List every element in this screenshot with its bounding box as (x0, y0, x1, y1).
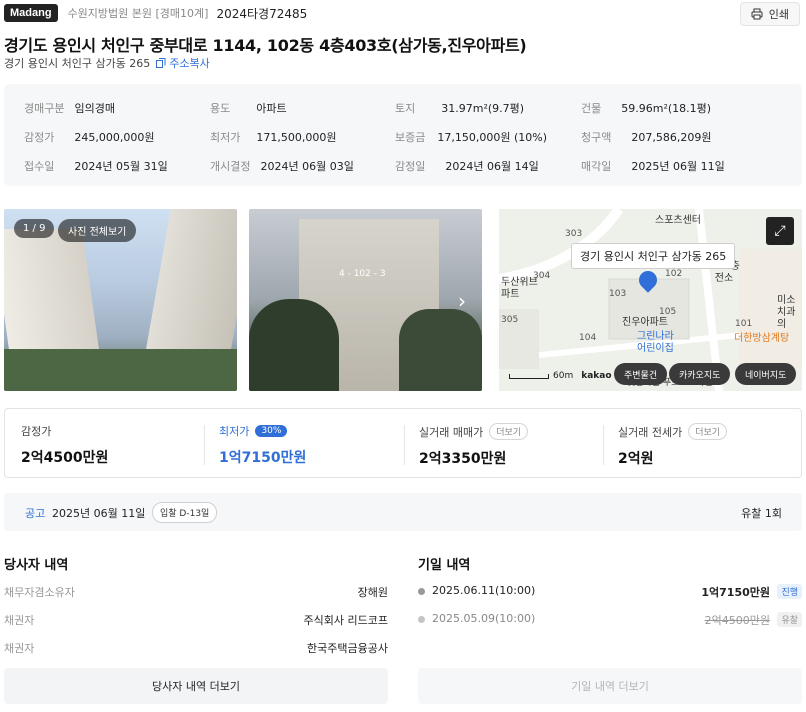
map-number: 105 (659, 307, 677, 317)
map-place: 그린나라 어린이집 (637, 331, 674, 354)
copy-label: 주소복사 (169, 57, 210, 70)
price-value: 2억원 (618, 451, 654, 467)
printer-icon (751, 8, 763, 20)
announcement-bar: 공고 2025년 06월 11일 입찰 D-13일 유찰 1회 (4, 493, 802, 531)
history-price: 2억4500만원 (704, 614, 770, 627)
party-name: 장해원 (357, 586, 388, 599)
info-claim: 청구액 207,586,209원 (581, 131, 712, 144)
print-label: 인쇄 (768, 8, 789, 21)
lot-address: 경기 용인시 처인구 삼가동 265 (4, 57, 151, 70)
map-scale: 60m kakao (509, 371, 612, 381)
top-bar: Madang 수원지방법원 본원 [경매10계] 2024타경72485 인쇄 (4, 2, 800, 26)
photo-counter: 1 / 9 (14, 219, 55, 238)
page-title: 경기도 용인시 처인구 중부대로 1144, 102동 4층403호(삼가동,진… (4, 36, 527, 55)
map-place: 더한방삼계탕 (734, 333, 790, 344)
madang-logo[interactable]: Madang (4, 4, 58, 22)
nearby-items-button[interactable]: 주변물건 (614, 363, 668, 385)
next-photo-icon[interactable]: › (458, 289, 466, 313)
info-sale-date: 매각일 2025년 06월 11일 (581, 160, 725, 173)
building-number-sign: 4 - 102 - 3 (339, 269, 386, 279)
location-map[interactable]: 스포츠센터 LPG 충전소 두산위브 파트 진우아파트 그린나라 어린이집 더한… (499, 209, 802, 391)
info-min-price: 최저가 171,500,000원 (210, 131, 337, 144)
info-deposit: 보증금 17,150,000원 (10%) (395, 131, 548, 144)
parties-title: 당사자 내역 (4, 558, 69, 573)
price-real-trade: 실거래 매매가 더보기 2억3350만원 (419, 423, 529, 468)
map-number: 303 (565, 229, 583, 239)
price-jeonse: 실거래 전세가 더보기 2억원 (618, 423, 728, 468)
kakao-map-button[interactable]: 카카오지도 (669, 363, 731, 385)
status-dot (418, 588, 425, 595)
history-date: 2025.05.09(10:00) (432, 612, 536, 625)
map-scale-label: 60m (553, 371, 574, 381)
party-name: 주식회사 리드코프 (303, 614, 388, 627)
map-number: 104 (579, 333, 597, 343)
price-value: 2억3350만원 (419, 451, 507, 467)
history-row: 2025.06.11(10:00) 1억7150만원 진행 (418, 584, 802, 604)
info-commencement: 개시결정 2024년 06월 03일 (210, 160, 354, 173)
status-badge: 유찰 (777, 612, 802, 627)
price-minimum: 최저가 30% 1억7150만원 (219, 423, 306, 467)
discount-badge: 30% (255, 425, 288, 437)
history-date: 2025.06.11(10:00) (432, 584, 536, 597)
copy-address-button[interactable]: 주소복사 (156, 55, 210, 71)
map-number: 102 (665, 269, 683, 279)
price-value: 1억7150만원 (219, 450, 307, 466)
bid-dday-badge: 입찰 D-13일 (152, 502, 218, 523)
price-label: 실거래 매매가 (419, 425, 484, 439)
price-label: 실거래 전세가 (618, 425, 683, 439)
property-photo-2[interactable]: 4 - 102 - 3 › (249, 209, 482, 391)
map-place: 스포츠센터 (655, 215, 701, 226)
kakao-logo: kakao (581, 371, 612, 381)
court-name: 수원지방법원 본원 [경매10계] (67, 7, 209, 20)
jeonse-more-button[interactable]: 더보기 (688, 423, 728, 440)
party-role: 채무자겸소유자 (4, 586, 75, 599)
map-number: 103 (609, 289, 627, 299)
party-role: 채권자 (4, 642, 35, 655)
status-dot (418, 616, 425, 623)
print-button[interactable]: 인쇄 (739, 2, 800, 26)
map-address-label: 경기 용인시 처인구 삼가동 265 (571, 243, 736, 269)
announcement-date: 2025년 06월 11일 (52, 507, 146, 520)
map-number: 101 (735, 319, 753, 329)
announcement-label: 공고 (25, 507, 46, 520)
info-land: 토지 31.97m²(9.7평) (395, 102, 525, 115)
map-place: 미소 치과의 (777, 295, 796, 330)
expand-map-icon[interactable]: ⤢ (766, 217, 794, 245)
info-appraisal: 감정가 245,000,000원 (24, 131, 155, 144)
price-label: 감정가 (21, 425, 52, 438)
history-price: 1억7150만원 (701, 586, 770, 599)
map-number: 304 (533, 271, 551, 281)
sub-address: 경기 용인시 처인구 삼가동 265 주소복사 (4, 55, 210, 71)
naver-map-button[interactable]: 네이버지도 (735, 363, 797, 385)
price-value: 2억4500만원 (21, 450, 109, 466)
info-auction-type: 경매구분 임의경매 (24, 102, 115, 115)
price-appraisal: 감정가 2억4500만원 (21, 423, 108, 467)
info-usage: 용도 아파트 (210, 102, 287, 115)
info-appraisal-date: 감정일 2024년 06월 14일 (395, 160, 539, 173)
failed-bid-count: 유찰 1회 (741, 507, 782, 520)
property-photo-1[interactable]: 1 / 9 사진 전체보기 (4, 209, 237, 391)
parties-more-button[interactable]: 당사자 내역 더보기 (4, 668, 388, 704)
history-title: 기일 내역 (418, 558, 471, 573)
auction-info-panel: 경매구분 임의경매 용도 아파트 토지 31.97m²(9.7평) 건물 59.96m²… (4, 84, 802, 186)
status-badge: 진행 (777, 584, 802, 599)
map-number: 305 (501, 315, 519, 325)
history-row: 2025.05.09(10:00) 2억4500만원 유찰 (418, 612, 802, 632)
party-role: 채권자 (4, 614, 35, 627)
view-all-photos-button[interactable]: 사진 전체보기 (58, 219, 137, 242)
price-summary: 감정가 2억4500만원 최저가 30% 1억7150만원 실거래 매매가 더보기 … (4, 408, 802, 478)
info-building: 건물 59.96m²(18.1평) (581, 102, 712, 115)
copy-icon (156, 58, 166, 68)
history-more-button[interactable]: 기일 내역 더보기 (418, 668, 802, 704)
case-number: 2024타경72485 (216, 6, 308, 21)
trade-more-button[interactable]: 더보기 (489, 423, 529, 440)
info-received: 접수일 2024년 05월 31일 (24, 160, 168, 173)
price-label: 최저가 (219, 425, 250, 438)
party-name: 한국주택금융공사 (307, 642, 388, 655)
